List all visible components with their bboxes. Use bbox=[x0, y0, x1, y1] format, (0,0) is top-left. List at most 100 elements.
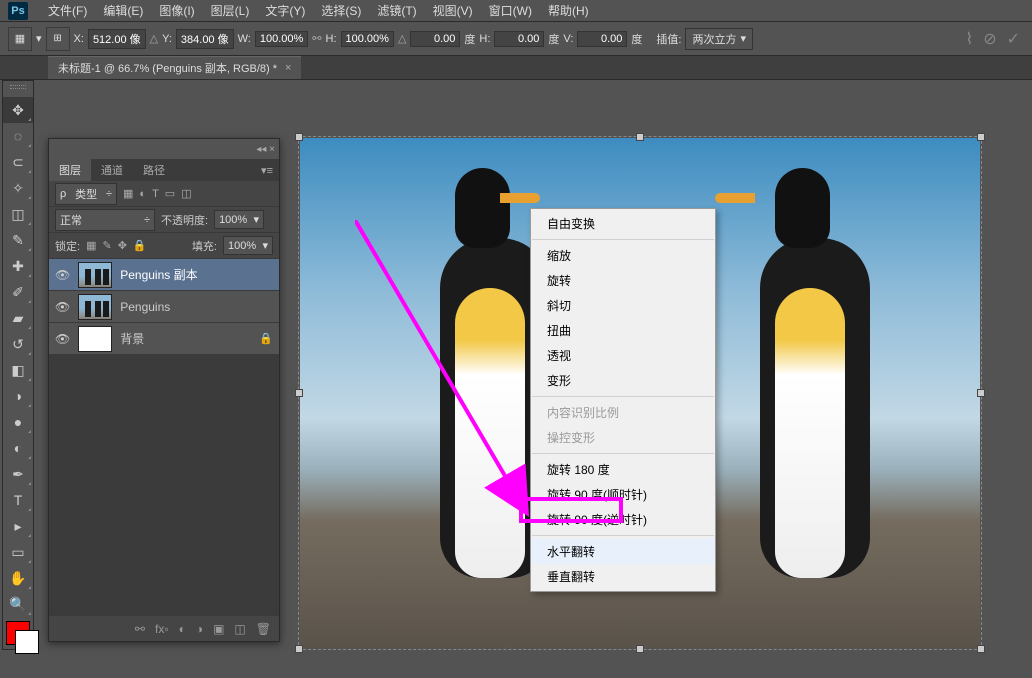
ctx-透视[interactable]: 透视 bbox=[531, 343, 715, 368]
layers-empty-area bbox=[49, 355, 279, 615]
eraser-tool[interactable]: ◧ bbox=[3, 357, 33, 383]
delete-layer-icon[interactable]: 🗑 bbox=[256, 622, 271, 636]
layers-panel: ◂◂ × 图层 通道 路径 ▾≡ ρ 类型 ÷ ▦ ◐ T ▭ ◫ 正常÷ 不透… bbox=[48, 138, 280, 642]
ctx-旋转 90 度(逆时针)[interactable]: 旋转 90 度(逆时针) bbox=[531, 507, 715, 532]
filter-shape-icon[interactable]: ▭ bbox=[165, 187, 175, 200]
panel-menu-icon[interactable]: ▾≡ bbox=[261, 164, 279, 177]
opacity-input[interactable]: 100%▾ bbox=[214, 210, 264, 229]
tab-layers[interactable]: 图层 bbox=[49, 159, 91, 181]
gradient-tool[interactable]: ◑ bbox=[3, 383, 33, 409]
type-tool[interactable]: T bbox=[3, 487, 33, 513]
panel-collapse-icon[interactable]: ◂◂ × bbox=[256, 144, 279, 155]
link-layers-icon[interactable]: ⚯ bbox=[135, 622, 145, 636]
document-tab[interactable]: 未标题-1 @ 66.7% (Penguins 副本, RGB/8) * × bbox=[48, 56, 301, 79]
ctx-操控变形: 操控变形 bbox=[531, 425, 715, 450]
commit-transform-icon[interactable]: ✓ bbox=[1007, 29, 1020, 49]
history-brush-tool[interactable]: ↺ bbox=[3, 331, 33, 357]
healing-brush-tool[interactable]: ✚ bbox=[3, 253, 33, 279]
layer-thumbnail[interactable] bbox=[78, 294, 112, 320]
menu-选择(S)[interactable]: 选择(S) bbox=[313, 4, 369, 18]
skew-h-input[interactable]: 0.00 bbox=[494, 31, 544, 47]
link-icon[interactable]: ⚯ bbox=[312, 32, 321, 45]
close-tab-icon[interactable]: × bbox=[285, 62, 291, 74]
blend-mode-dropdown[interactable]: 正常÷ bbox=[55, 209, 155, 231]
ctx-旋转 180 度[interactable]: 旋转 180 度 bbox=[531, 457, 715, 482]
move-tool[interactable]: ✥ bbox=[3, 97, 33, 123]
visibility-icon[interactable]: 👁 bbox=[55, 332, 70, 346]
layer-row[interactable]: 👁Penguins bbox=[49, 291, 279, 323]
blur-tool[interactable]: ● bbox=[3, 409, 33, 435]
path-selection-tool[interactable]: ▸ bbox=[3, 513, 33, 539]
ctx-垂直翻转[interactable]: 垂直翻转 bbox=[531, 564, 715, 589]
filter-pixel-icon[interactable]: ▦ bbox=[123, 187, 133, 200]
new-layer-icon[interactable]: ◫ bbox=[234, 622, 245, 636]
foreground-background-color[interactable] bbox=[6, 621, 30, 645]
delta-icon[interactable]: △ bbox=[150, 32, 158, 45]
cancel-transform-icon[interactable]: ⊘ bbox=[983, 29, 996, 49]
layer-thumbnail[interactable] bbox=[78, 326, 112, 352]
menu-帮助(H)[interactable]: 帮助(H) bbox=[540, 4, 597, 18]
menu-图像(I)[interactable]: 图像(I) bbox=[151, 4, 202, 18]
visibility-icon[interactable]: 👁 bbox=[55, 268, 70, 282]
h-input[interactable]: 100.00% bbox=[341, 31, 394, 47]
layer-mask-icon[interactable]: ◐ bbox=[179, 622, 186, 636]
eyedropper-tool[interactable]: ✎ bbox=[3, 227, 33, 253]
reference-point-icon[interactable]: ⊞ bbox=[46, 27, 70, 51]
fill-label: 填充: bbox=[192, 238, 217, 254]
magic-wand-tool[interactable]: ✧ bbox=[3, 175, 33, 201]
zoom-tool[interactable]: 🔍 bbox=[3, 591, 33, 617]
layer-thumbnail[interactable] bbox=[78, 262, 112, 288]
visibility-icon[interactable]: 👁 bbox=[55, 300, 70, 314]
brush-tool[interactable]: ✐ bbox=[3, 279, 33, 305]
rectangle-tool[interactable]: ▭ bbox=[3, 539, 33, 565]
ctx-变形[interactable]: 变形 bbox=[531, 368, 715, 393]
menu-文件(F)[interactable]: 文件(F) bbox=[40, 4, 95, 18]
lock-transparency-icon[interactable]: ▦ bbox=[86, 239, 96, 252]
warp-mode-icon[interactable]: ⌇ bbox=[965, 29, 973, 49]
crop-tool[interactable]: ◫ bbox=[3, 201, 33, 227]
lock-all-icon[interactable]: 🔒 bbox=[133, 239, 147, 252]
filter-type-icon[interactable]: T bbox=[152, 188, 159, 200]
tab-paths[interactable]: 路径 bbox=[133, 159, 175, 181]
lock-position-icon[interactable]: ✥ bbox=[118, 239, 127, 252]
clone-stamp-tool[interactable]: ▰ bbox=[3, 305, 33, 331]
pen-tool[interactable]: ✒ bbox=[3, 461, 33, 487]
ctx-缩放[interactable]: 缩放 bbox=[531, 243, 715, 268]
ctx-水平翻转[interactable]: 水平翻转 bbox=[531, 539, 715, 564]
ctx-旋转 90 度(顺时针)[interactable]: 旋转 90 度(顺时针) bbox=[531, 482, 715, 507]
layer-row[interactable]: 👁Penguins 副本 bbox=[49, 259, 279, 291]
layer-fx-icon[interactable]: fx▫ bbox=[155, 622, 169, 636]
ctx-斜切[interactable]: 斜切 bbox=[531, 293, 715, 318]
hand-tool[interactable]: ✋ bbox=[3, 565, 33, 591]
layer-kind-filter[interactable]: ρ 类型 ÷ bbox=[55, 183, 117, 205]
transform-tool-icon[interactable]: ▦ bbox=[8, 27, 32, 51]
filter-adjustment-icon[interactable]: ◐ bbox=[139, 188, 146, 200]
angle-input[interactable]: 0.00 bbox=[410, 31, 460, 47]
filter-smart-icon[interactable]: ◫ bbox=[181, 187, 191, 200]
interpolation-dropdown[interactable]: 两次立方▾ bbox=[685, 28, 753, 50]
menu-文字(Y)[interactable]: 文字(Y) bbox=[257, 4, 313, 18]
menu-图层(L)[interactable]: 图层(L) bbox=[203, 4, 258, 18]
skew-v-input[interactable]: 0.00 bbox=[577, 31, 627, 47]
dodge-tool[interactable]: ◐ bbox=[3, 435, 33, 461]
fill-input[interactable]: 100%▾ bbox=[223, 236, 273, 255]
v-unit: 度 bbox=[631, 31, 642, 47]
layer-group-icon[interactable]: ▣ bbox=[213, 622, 224, 636]
ctx-自由变换[interactable]: 自由变换 bbox=[531, 211, 715, 236]
tab-channels[interactable]: 通道 bbox=[91, 159, 133, 181]
w-input[interactable]: 100.00% bbox=[255, 31, 308, 47]
layer-name: 背景 bbox=[120, 330, 144, 347]
menu-编辑(E)[interactable]: 编辑(E) bbox=[95, 4, 151, 18]
menu-窗口(W)[interactable]: 窗口(W) bbox=[481, 4, 540, 18]
marquee-tool[interactable]: ◌ bbox=[3, 123, 33, 149]
menu-滤镜(T)[interactable]: 滤镜(T) bbox=[369, 4, 424, 18]
lasso-tool[interactable]: ⊂ bbox=[3, 149, 33, 175]
x-input[interactable]: 512.00 像 bbox=[88, 29, 146, 49]
layer-row[interactable]: 👁背景🔒 bbox=[49, 323, 279, 355]
ctx-扭曲[interactable]: 扭曲 bbox=[531, 318, 715, 343]
lock-pixels-icon[interactable]: ✎ bbox=[102, 239, 111, 252]
ctx-旋转[interactable]: 旋转 bbox=[531, 268, 715, 293]
menu-视图(V)[interactable]: 视图(V) bbox=[425, 4, 481, 18]
adjustment-layer-icon[interactable]: ◑ bbox=[196, 622, 203, 636]
y-input[interactable]: 384.00 像 bbox=[176, 29, 234, 49]
